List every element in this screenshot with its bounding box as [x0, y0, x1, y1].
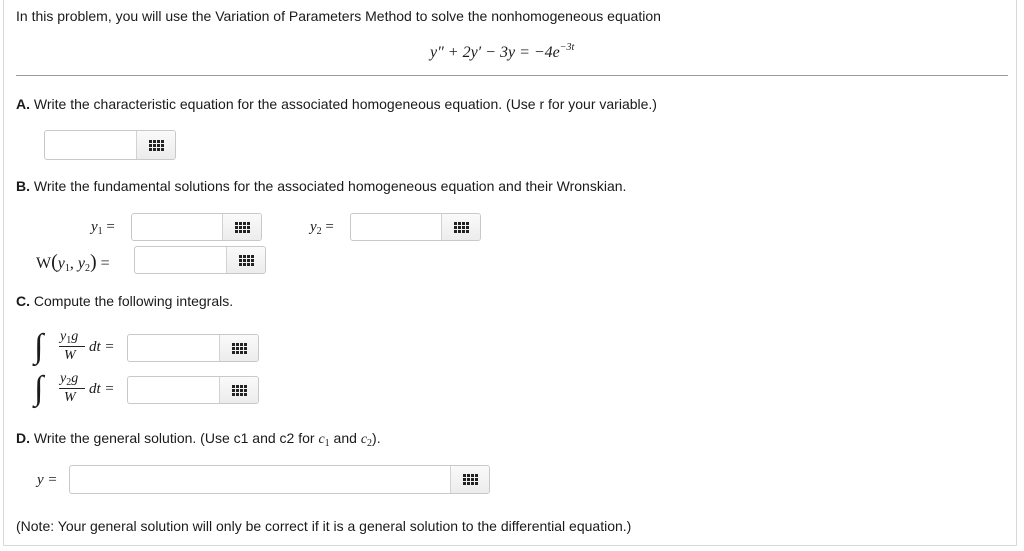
keypad-grid-icon: [231, 342, 247, 354]
wronskian-input[interactable]: [135, 247, 226, 273]
integral-1-dt: dt =: [89, 339, 115, 355]
part-b-letter: B.: [16, 178, 30, 194]
divider: [16, 75, 1008, 76]
part-c-letter: C.: [16, 293, 30, 309]
part-b-text: Write the fundamental solutions for the …: [33, 178, 627, 194]
part-a-text: Write the characteristic equation for th…: [33, 96, 657, 112]
part-d-text: Write the general solution. (Use c1 and …: [33, 430, 319, 446]
general-solution-field[interactable]: [69, 465, 490, 494]
integral-1-field[interactable]: [127, 334, 259, 362]
y2-equals: =: [325, 219, 334, 235]
part-a-prompt: A. Write the characteristic equation for…: [16, 96, 657, 112]
integral-1-keypad-button[interactable]: [219, 335, 258, 361]
keypad-grid-icon: [231, 384, 247, 396]
keypad-grid-icon: [453, 221, 469, 233]
y2-subscript: 2: [316, 226, 322, 237]
part-c-prompt: C. Compute the following integrals.: [16, 293, 233, 309]
part-d-letter: D.: [16, 430, 30, 446]
wronskian-symbol: W: [36, 255, 52, 272]
main-equation-lhs: y″ + 2y′ − 3y = −4e: [430, 44, 560, 61]
integral-1-input[interactable]: [128, 335, 219, 361]
characteristic-equation-input[interactable]: [45, 131, 136, 159]
wronskian-equals: =: [100, 255, 110, 272]
main-equation: y″ + 2y′ − 3y = −4e−3t: [430, 42, 574, 62]
general-solution-input[interactable]: [70, 466, 450, 493]
y2-field[interactable]: [350, 213, 481, 241]
y1-equals: =: [106, 219, 115, 235]
keypad-grid-icon: [462, 474, 478, 485]
keypad-grid-icon: [238, 254, 254, 266]
intro-text: In this problem, you will use the Variat…: [16, 8, 661, 24]
fraction-bar: [59, 346, 85, 347]
y1-label: y1 =: [91, 219, 115, 237]
integral-1-numerator: y1g: [60, 329, 79, 346]
part-a-letter: A.: [16, 96, 30, 112]
part-b-prompt: B. Write the fundamental solutions for t…: [16, 178, 626, 194]
note-text: (Note: Your general solution will only b…: [16, 518, 632, 534]
main-equation-exponent: −3t: [559, 42, 575, 53]
part-c-text: Compute the following integrals.: [33, 293, 234, 309]
y1-subscript: 1: [97, 226, 103, 237]
wronskian-field[interactable]: [134, 246, 266, 274]
part-d-and: and: [329, 430, 361, 446]
c1-symbol: c1: [318, 432, 330, 449]
c2-symbol: c2: [360, 432, 373, 449]
part-d-close: ).: [372, 430, 381, 446]
general-solution-label: y =: [37, 472, 58, 488]
integral-2-keypad-button[interactable]: [219, 377, 258, 403]
integral-2-field[interactable]: [127, 376, 259, 404]
keypad-grid-icon: [148, 139, 164, 151]
part-a-keypad-button[interactable]: [136, 131, 175, 159]
y1-symbol: y: [91, 219, 98, 235]
integral-1: ∫ y1g W dt =: [34, 326, 126, 370]
y2-input[interactable]: [351, 214, 441, 240]
integral-2-numerator: y2g: [60, 371, 79, 388]
keypad-grid-icon: [234, 221, 250, 233]
general-solution-keypad-button[interactable]: [450, 466, 489, 493]
y1-input[interactable]: [132, 214, 222, 240]
y1-keypad-button[interactable]: [222, 214, 261, 240]
wronskian-keypad-button[interactable]: [226, 247, 265, 273]
fraction-bar: [59, 388, 85, 389]
y1-field[interactable]: [131, 213, 262, 241]
integral-1-denominator: W: [64, 348, 76, 363]
integral-2: ∫ y2g W dt =: [34, 368, 126, 412]
integral-sign: ∫: [34, 370, 44, 407]
y2-symbol: y: [310, 219, 317, 235]
y2-label: y2 =: [310, 219, 334, 237]
y2-keypad-button[interactable]: [441, 214, 480, 240]
integral-2-input[interactable]: [128, 377, 219, 403]
wronskian-label: W(y1, y2) =: [36, 251, 110, 274]
integral-sign: ∫: [34, 328, 44, 365]
integral-2-denominator: W: [64, 390, 76, 405]
characteristic-equation-field[interactable]: [44, 130, 176, 160]
part-d-prompt: D. Write the general solution. (Use c1 a…: [16, 430, 381, 449]
integral-2-dt: dt =: [89, 381, 115, 397]
